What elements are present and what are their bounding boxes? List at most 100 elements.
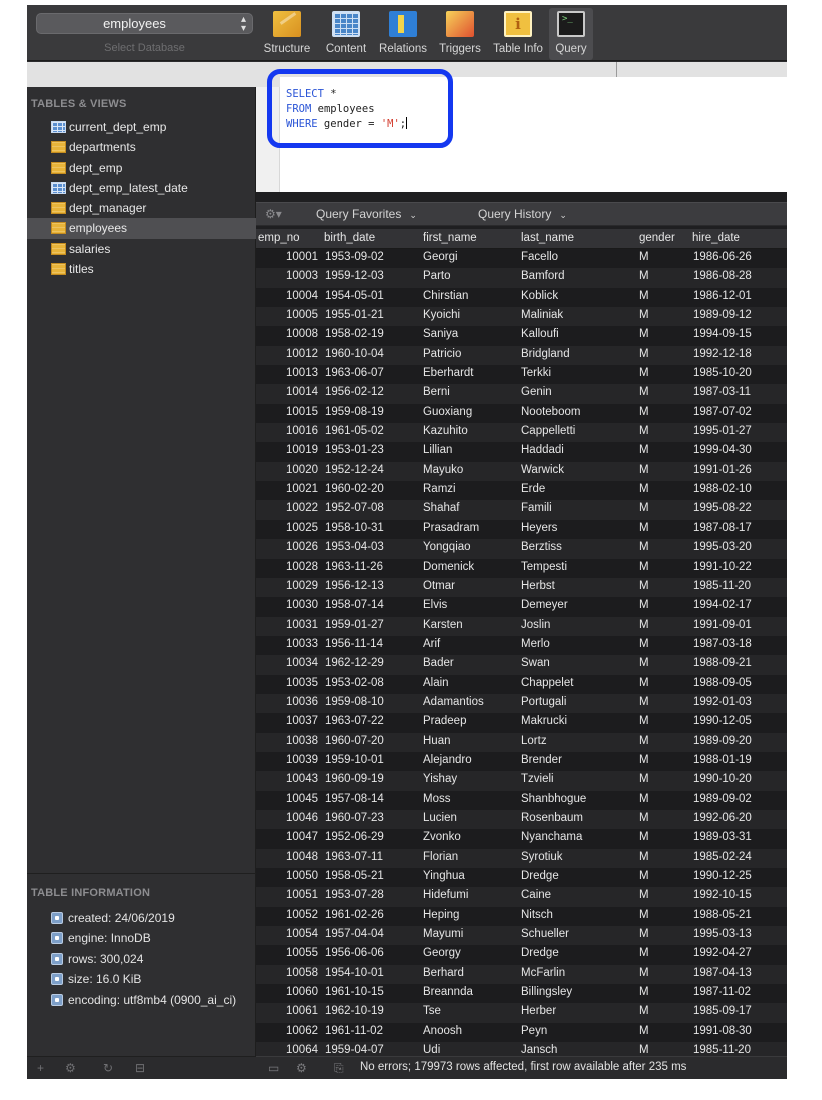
table-item-dept-emp[interactable]: dept_emp	[27, 158, 256, 178]
table-row[interactable]: 10052 1961-02-26 Heping Nitsch M 1988-05-21	[256, 906, 787, 927]
table-info-button[interactable]: Table Info	[489, 8, 547, 60]
table-row[interactable]: 10061 1962-10-19 Tse Herber M 1985-09-17	[256, 1003, 787, 1023]
table-item-dept-manager[interactable]: dept_manager	[27, 198, 256, 218]
table-row[interactable]: 10045 1957-08-14 Moss Shanbhogue M 1989-09-02	[256, 790, 787, 810]
table-row[interactable]: 10013 1963-06-07 Eberhardt Terkki M 1985-10-2…	[256, 365, 787, 385]
query-actions-bar: ⚙▾ Query Favorites ⌄ Query History ⌄	[256, 202, 787, 226]
cell-first-name: Georgy	[423, 947, 461, 960]
table-row[interactable]: 10012 1960-10-04 Patricio Bridgland M 1992-12…	[256, 345, 787, 366]
table-row[interactable]: 10035 1953-02-08 Alain Chappelet M 1988-09-05	[256, 674, 787, 694]
cell-hire-date: 1989-03-31	[693, 831, 752, 844]
table-row[interactable]: 10051 1953-07-28 Hidefumi Caine M 1992-10-15	[256, 887, 787, 907]
info-engine: engine: InnoDB	[27, 928, 256, 948]
query-button[interactable]: Query	[549, 8, 593, 60]
table-row[interactable]: 10058 1954-10-01 Berhard McFarlin M 1987-04-1…	[256, 964, 787, 985]
table-row[interactable]: 10020 1952-12-24 Mayuko Warwick M 1991-01-26	[256, 461, 787, 482]
table-row[interactable]: 10019 1953-01-23 Lillian Haddadi M 1999-04-30	[256, 442, 787, 462]
cell-gender: M	[639, 1044, 649, 1057]
table-row[interactable]: 10021 1960-02-20 Ramzi Erde M 1988-02-10	[256, 481, 787, 501]
triggers-button[interactable]: Triggers	[433, 8, 487, 60]
table-row[interactable]: 10036 1959-08-10 Adamantios Portugali M 1992-…	[256, 693, 787, 714]
add-icon[interactable]: +	[37, 1061, 44, 1075]
table-row[interactable]: 10003 1959-12-03 Parto Bamford M 1986-08-28	[256, 268, 787, 288]
column-header-hire-date[interactable]: hire_date	[692, 232, 740, 244]
table-row[interactable]: 10047 1952-06-29 Zvonko Nyanchama M 1989-03-3…	[256, 829, 787, 849]
table-item-departments[interactable]: departments	[27, 137, 256, 157]
info-rows: rows: 300,024	[27, 949, 256, 969]
table-row[interactable]: 10005 1955-01-21 Kyoichi Maliniak M 1989-09-1…	[256, 307, 787, 327]
cell-gender: M	[639, 734, 649, 747]
column-header-first-name[interactable]: first_name	[423, 232, 477, 244]
cell-gender: M	[639, 715, 649, 728]
table-row[interactable]: 10031 1959-01-27 Karsten Joslin M 1991-09-01	[256, 616, 787, 636]
table-row[interactable]: 10046 1960-07-23 Lucien Rosenbaum M 1992-06-2…	[256, 809, 787, 830]
query-favorites-button[interactable]: Query Favorites ⌄	[316, 207, 417, 221]
table-row[interactable]: 10026 1953-04-03 Yongqiao Berztiss M 1995-03-…	[256, 539, 787, 559]
table-info-label: Table Info	[493, 43, 543, 55]
cell-hire-date: 1994-02-17	[693, 599, 752, 612]
text-caret	[406, 117, 408, 129]
column-header-gender[interactable]: gender	[639, 232, 675, 244]
table-row[interactable]: 10025 1958-10-31 Prasadram Heyers M 1987-08-1…	[256, 519, 787, 540]
table-item-current-dept-emp[interactable]: current_dept_emp	[27, 117, 256, 137]
cell-birth-date: 1956-12-13	[325, 579, 384, 592]
cell-emp-no: 10015	[286, 405, 318, 418]
cell-hire-date: 1992-01-03	[693, 695, 752, 708]
table-row[interactable]: 10062 1961-11-02 Anoosh Peyn M 1991-08-30	[256, 1022, 787, 1043]
gear-icon[interactable]: ⚙▾	[265, 207, 282, 221]
cell-first-name: Adamantios	[423, 695, 484, 708]
table-row[interactable]: 10022 1952-07-08 Shahaf Famili M 1995-08-22	[256, 500, 787, 520]
table-row[interactable]: 10001 1953-09-02 Georgi Facello M 1986-06-26	[256, 249, 787, 269]
table-row[interactable]: 10004 1954-05-01 Chirstian Koblick M 1986-12-…	[256, 287, 787, 308]
content-label: Content	[325, 43, 367, 55]
table-item-salaries[interactable]: salaries	[27, 239, 256, 259]
export-icon[interactable]: ⎘	[334, 1061, 344, 1076]
cell-hire-date: 1987-07-02	[693, 405, 752, 418]
gear-icon[interactable]: ⚙	[296, 1061, 307, 1075]
column-header-birth-date[interactable]: birth_date	[324, 232, 375, 244]
filter-icon[interactable]: ⊟	[135, 1061, 145, 1075]
table-item-titles[interactable]: titles	[27, 259, 256, 279]
table-row[interactable]: 10014 1956-02-12 Berni Genin M 1987-03-11	[256, 384, 787, 404]
content-button[interactable]: Content	[318, 8, 374, 60]
cell-last-name: Bamford	[521, 270, 565, 283]
table-row[interactable]: 10029 1956-12-13 Otmar Herbst M 1985-11-20	[256, 577, 787, 598]
structure-button[interactable]: Structure	[259, 8, 315, 60]
database-selector[interactable]: employees ▴ ▾	[36, 13, 253, 34]
table-row[interactable]: 10039 1959-10-01 Alejandro Brender M 1988-01-…	[256, 751, 787, 772]
table-row[interactable]: 10050 1958-05-21 Yinghua Dredge M 1990-12-25	[256, 868, 787, 888]
cell-birth-date: 1952-06-29	[325, 831, 384, 844]
table-row[interactable]: 10037 1963-07-22 Pradeep Makrucki M 1990-12-0…	[256, 713, 787, 733]
panel-toggle-icon[interactable]: ▭	[268, 1061, 279, 1075]
query-history-button[interactable]: Query History ⌄	[478, 207, 567, 221]
column-header-emp-no[interactable]: emp_no	[258, 232, 300, 244]
table-row[interactable]: 10038 1960-07-20 Huan Lortz M 1989-09-20	[256, 732, 787, 752]
cell-gender: M	[639, 502, 649, 515]
refresh-icon[interactable]: ↻	[103, 1061, 113, 1075]
cell-emp-no: 10029	[286, 579, 318, 592]
gear-icon[interactable]: ⚙	[65, 1061, 76, 1075]
relations-button[interactable]: Relations	[375, 8, 431, 60]
table-item-employees[interactable]: employees	[27, 218, 256, 239]
table-item-dept-emp-latest-date[interactable]: dept_emp_latest_date	[27, 178, 256, 198]
cell-birth-date: 1952-12-24	[325, 463, 384, 476]
table-row[interactable]: 10048 1963-07-11 Florian Syrotiuk M 1985-02-2…	[256, 848, 787, 868]
table-row[interactable]: 10028 1963-11-26 Domenick Tempesti M 1991-10-…	[256, 558, 787, 578]
table-row[interactable]: 10043 1960-09-19 Yishay Tzvieli M 1990-10-20	[256, 771, 787, 791]
table-row[interactable]: 10030 1958-07-14 Elvis Demeyer M 1994-02-17	[256, 597, 787, 617]
table-row[interactable]: 10033 1956-11-14 Arif Merlo M 1987-03-18	[256, 635, 787, 656]
table-row[interactable]: 10008 1958-02-19 Saniya Kalloufi M 1994-09-15	[256, 326, 787, 346]
cell-last-name: Tempesti	[521, 560, 568, 573]
cell-last-name: Cappelletti	[521, 425, 576, 438]
cell-birth-date: 1963-07-11	[325, 850, 383, 863]
cell-last-name: Genin	[521, 386, 552, 399]
table-row[interactable]: 10015 1959-08-19 Guoxiang Nooteboom M 1987-07…	[256, 403, 787, 424]
cell-birth-date: 1960-09-19	[325, 773, 384, 786]
table-row[interactable]: 10034 1962-12-29 Bader Swan M 1988-09-21	[256, 655, 787, 675]
table-row[interactable]: 10060 1961-10-15 Breannda Billingsley M 1987-…	[256, 984, 787, 1004]
table-row[interactable]: 10055 1956-06-06 Georgy Dredge M 1992-04-27	[256, 945, 787, 965]
query-editor[interactable]: SELECT * FROM employees WHERE gender = '…	[280, 77, 787, 192]
table-row[interactable]: 10054 1957-04-04 Mayumi Schueller M 1995-03-1…	[256, 926, 787, 946]
column-header-last-name[interactable]: last_name	[521, 232, 574, 244]
table-row[interactable]: 10016 1961-05-02 Kazuhito Cappelletti M 1995-…	[256, 423, 787, 443]
